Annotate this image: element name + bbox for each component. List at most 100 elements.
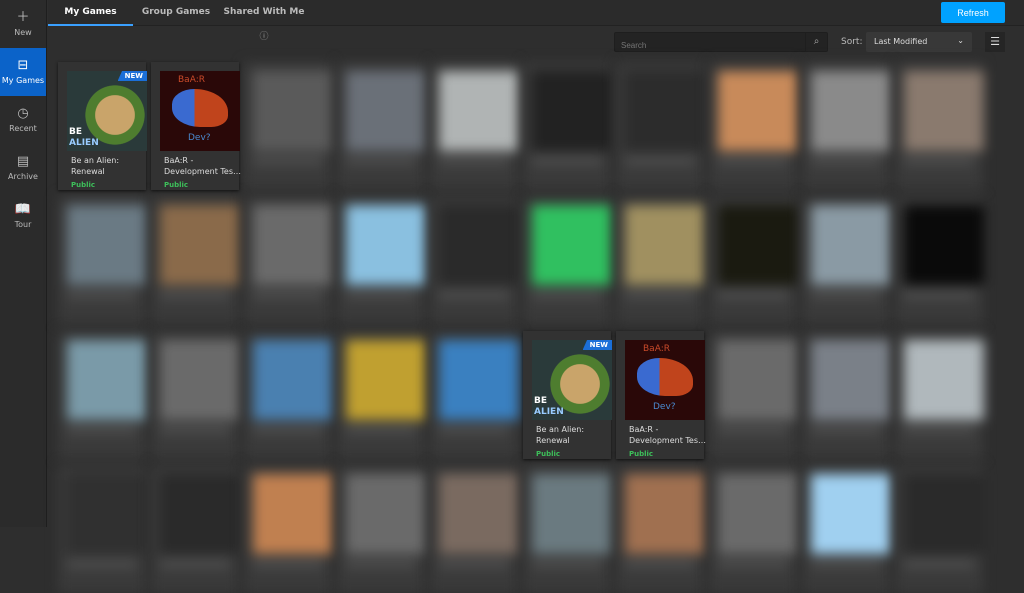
blurred-game-tile[interactable] — [244, 465, 333, 593]
blurred-game-tile[interactable] — [616, 62, 705, 190]
game-name[interactable]: BaA:R - Development Tes… — [629, 424, 707, 446]
blurred-game-tile[interactable] — [709, 465, 798, 593]
blurred-game-tile[interactable] — [151, 196, 240, 324]
sidebar-item-my-games[interactable]: ⊟ My Games — [0, 48, 46, 96]
game-name-placeholder — [532, 561, 602, 567]
blurred-game-tile[interactable] — [58, 196, 147, 324]
archive-icon: ▤ — [16, 154, 30, 169]
game-name-placeholder — [718, 292, 788, 298]
list-view-button[interactable]: ☰ — [985, 32, 1005, 52]
character-art — [637, 358, 693, 396]
blurred-game-tile[interactable] — [802, 62, 891, 190]
tab-my-games[interactable]: My Games — [48, 0, 133, 26]
game-name-placeholder — [253, 158, 323, 164]
game-name-placeholder — [439, 561, 509, 567]
game-thumbnail — [346, 205, 426, 285]
game-name-placeholder — [439, 292, 509, 298]
blurred-game-tile[interactable] — [58, 465, 147, 593]
game-thumbnail — [811, 474, 891, 554]
blurred-game-tile[interactable] — [895, 62, 984, 190]
game-thumbnail — [439, 474, 519, 554]
game-name-placeholder — [67, 427, 137, 433]
game-name-placeholder — [160, 427, 230, 433]
tab-group-games[interactable]: Group Games — [140, 0, 212, 26]
game-thumbnail — [811, 205, 891, 285]
list-icon: ☰ — [990, 35, 1000, 48]
blurred-game-tile[interactable] — [151, 331, 240, 459]
game-name-placeholder — [532, 158, 602, 164]
briefcase-icon: ⊟ — [17, 58, 29, 73]
blurred-game-tile[interactable] — [151, 465, 240, 593]
sidebar-item-new[interactable]: ＋ New — [0, 0, 46, 48]
refresh-button[interactable]: Refresh — [941, 2, 1005, 23]
blurred-game-tile[interactable] — [523, 465, 612, 593]
game-name[interactable]: BaA:R - Development Tes… — [164, 155, 242, 177]
blurred-game-tile[interactable] — [895, 196, 984, 324]
sidebar-item-tour[interactable]: 📖 Tour — [0, 192, 46, 240]
blurred-game-tile[interactable] — [337, 331, 426, 459]
game-thumbnail — [67, 340, 147, 420]
blurred-game-tile[interactable] — [523, 62, 612, 190]
blurred-game-tile[interactable] — [337, 62, 426, 190]
blurred-game-tile[interactable] — [802, 331, 891, 459]
blurred-game-tile[interactable] — [895, 465, 984, 593]
search-icon[interactable]: ⌕ — [805, 33, 827, 51]
game-thumbnail — [625, 474, 705, 554]
game-thumbnail — [625, 71, 705, 151]
game-name[interactable]: Be an Alien: Renewal — [71, 155, 149, 177]
clock-icon: ◷ — [17, 106, 29, 121]
blurred-game-tile[interactable] — [244, 62, 333, 190]
game-tile[interactable]: BaA:R Dev? BaA:R - Development Tes… Public — [616, 331, 707, 459]
game-thumbnail — [253, 205, 333, 285]
game-name-placeholder — [160, 292, 230, 298]
game-name-placeholder — [625, 158, 695, 164]
game-tile[interactable]: NEW BE ALIEN Be an Alien: Renewal Public — [58, 62, 149, 190]
game-name-placeholder — [67, 561, 137, 567]
game-name-placeholder — [439, 427, 509, 433]
game-name[interactable]: Be an Alien: Renewal — [536, 424, 614, 446]
sidebar-item-archive[interactable]: ▤ Archive — [0, 144, 46, 192]
blurred-game-tile[interactable] — [523, 196, 612, 324]
blurred-game-tile[interactable] — [802, 465, 891, 593]
blurred-game-tile[interactable] — [709, 62, 798, 190]
blurred-game-tile[interactable] — [802, 196, 891, 324]
blurred-game-tile[interactable] — [337, 196, 426, 324]
blurred-game-tile[interactable] — [430, 62, 519, 190]
sidebar-item-recent[interactable]: ◷ Recent — [0, 96, 46, 144]
game-thumbnail — [532, 205, 612, 285]
game-name-placeholder — [625, 292, 695, 298]
game-thumbnail — [904, 71, 984, 151]
game-thumbnail — [811, 340, 891, 420]
blurred-game-tile[interactable] — [430, 331, 519, 459]
plus-icon: ＋ — [16, 10, 30, 25]
game-name-placeholder — [625, 561, 695, 567]
help-icon[interactable]: ⓘ — [259, 32, 268, 42]
blurred-game-tile[interactable] — [430, 196, 519, 324]
game-name-placeholder — [253, 292, 323, 298]
game-name-placeholder — [346, 292, 416, 298]
blurred-game-tile[interactable] — [895, 331, 984, 459]
game-thumbnail — [253, 340, 333, 420]
blurred-game-tile[interactable] — [244, 331, 333, 459]
blurred-game-tile[interactable] — [616, 465, 705, 593]
blurred-game-tile[interactable] — [616, 196, 705, 324]
blurred-game-tile[interactable] — [430, 465, 519, 593]
book-icon: 📖 — [14, 202, 32, 217]
new-badge: NEW — [582, 340, 612, 350]
blurred-game-tile[interactable] — [337, 465, 426, 593]
sort-dropdown[interactable]: Last Modified ⌄ — [866, 32, 972, 52]
tab-shared-with-me[interactable]: Shared With Me ⓘ — [222, 0, 306, 42]
game-thumbnail: BaA:R Dev? — [160, 71, 240, 151]
game-thumbnail — [532, 474, 612, 554]
blurred-game-tile[interactable] — [58, 331, 147, 459]
game-thumbnail — [904, 340, 984, 420]
sort-label: Sort: — [841, 37, 863, 47]
search-input[interactable] — [615, 36, 805, 55]
game-thumbnail — [67, 474, 147, 554]
game-thumbnail — [718, 474, 798, 554]
blurred-game-tile[interactable] — [244, 196, 333, 324]
blurred-game-tile[interactable] — [709, 196, 798, 324]
game-tile[interactable]: BaA:R Dev? BaA:R - Development Tes… Public — [151, 62, 242, 190]
game-tile[interactable]: NEW BE ALIEN Be an Alien: Renewal Public — [523, 331, 614, 459]
blurred-game-tile[interactable] — [709, 331, 798, 459]
